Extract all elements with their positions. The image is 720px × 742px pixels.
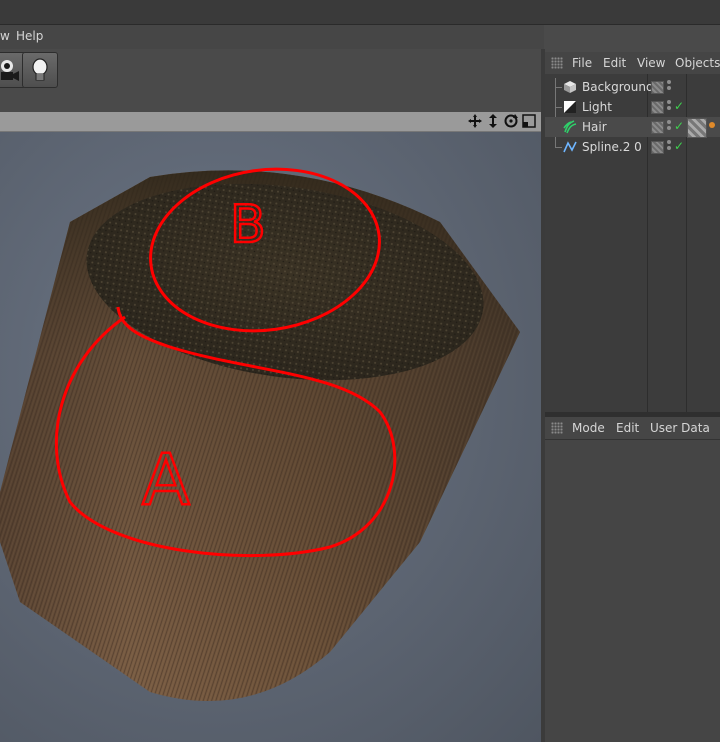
visibility-dots[interactable] <box>667 100 672 114</box>
light-icon <box>563 100 577 114</box>
object-name: Hair <box>582 120 607 134</box>
viewport-header <box>0 112 541 132</box>
attribute-manager: Mode Edit User Data <box>545 417 720 742</box>
layer-swatch[interactable] <box>651 141 664 154</box>
om-menu-view[interactable]: View <box>637 56 665 70</box>
visibility-dots[interactable] <box>667 80 672 94</box>
enabled-check-icon[interactable]: ✓ <box>674 99 684 113</box>
hair-icon <box>563 120 577 134</box>
title-strip <box>0 0 720 25</box>
layer-swatch[interactable] <box>651 101 664 114</box>
main-menubar: w Help <box>0 25 544 49</box>
hair-tag-icon[interactable] <box>709 122 715 128</box>
om-menu-objects[interactable]: Objects <box>675 56 720 70</box>
object-manager: File Edit View Objects Background Light <box>545 52 720 412</box>
enabled-check-icon[interactable]: ✓ <box>674 119 684 133</box>
rotate-icon[interactable] <box>503 113 519 129</box>
am-menu-edit[interactable]: Edit <box>616 421 639 435</box>
menu-item-window[interactable]: w <box>0 29 10 43</box>
camera-icon <box>1 60 19 81</box>
om-menu-file[interactable]: File <box>572 56 592 70</box>
enabled-check-icon[interactable]: ✓ <box>674 139 684 153</box>
annotation-label-b: B <box>230 195 266 255</box>
list-item[interactable]: Spline.2 0 ✓ <box>545 137 720 157</box>
list-item[interactable]: Background <box>545 77 720 97</box>
panel-grip-icon[interactable] <box>551 422 563 434</box>
visibility-dots[interactable] <box>667 120 672 134</box>
object-list: Background Light ✓ Hair ✓ Spline.2 0 ✓ <box>545 74 720 412</box>
layer-swatch[interactable] <box>651 121 664 134</box>
move-icon[interactable] <box>467 113 483 129</box>
light-bulb-icon <box>32 58 48 81</box>
visibility-dots[interactable] <box>667 140 672 154</box>
list-item[interactable]: Hair ✓ <box>545 117 720 138</box>
annotation-label-a: A <box>142 439 190 521</box>
om-menu-edit[interactable]: Edit <box>603 56 626 70</box>
panel-grip-icon[interactable] <box>551 57 563 69</box>
list-item[interactable]: Light ✓ <box>545 97 720 117</box>
background-icon <box>563 80 577 94</box>
attribute-manager-menubar: Mode Edit User Data <box>545 417 720 440</box>
hair-render: B A <box>0 167 520 702</box>
menu-item-help[interactable]: Help <box>16 29 43 43</box>
object-manager-menubar: File Edit View Objects <box>545 52 720 75</box>
object-name: Light <box>582 100 612 114</box>
3d-viewport[interactable]: B A <box>0 132 541 742</box>
am-menu-mode[interactable]: Mode <box>572 421 605 435</box>
object-name: Spline.2 0 <box>582 140 642 154</box>
zoom-icon[interactable] <box>485 113 501 129</box>
spline-icon <box>563 140 577 154</box>
layer-swatch[interactable] <box>651 81 664 94</box>
am-menu-user-data[interactable]: User Data <box>650 421 710 435</box>
material-tag-icon[interactable] <box>687 118 707 138</box>
main-toolbar <box>0 51 60 88</box>
object-name: Background <box>582 80 654 94</box>
light-button[interactable] <box>22 52 58 88</box>
maximize-icon[interactable] <box>521 113 537 129</box>
